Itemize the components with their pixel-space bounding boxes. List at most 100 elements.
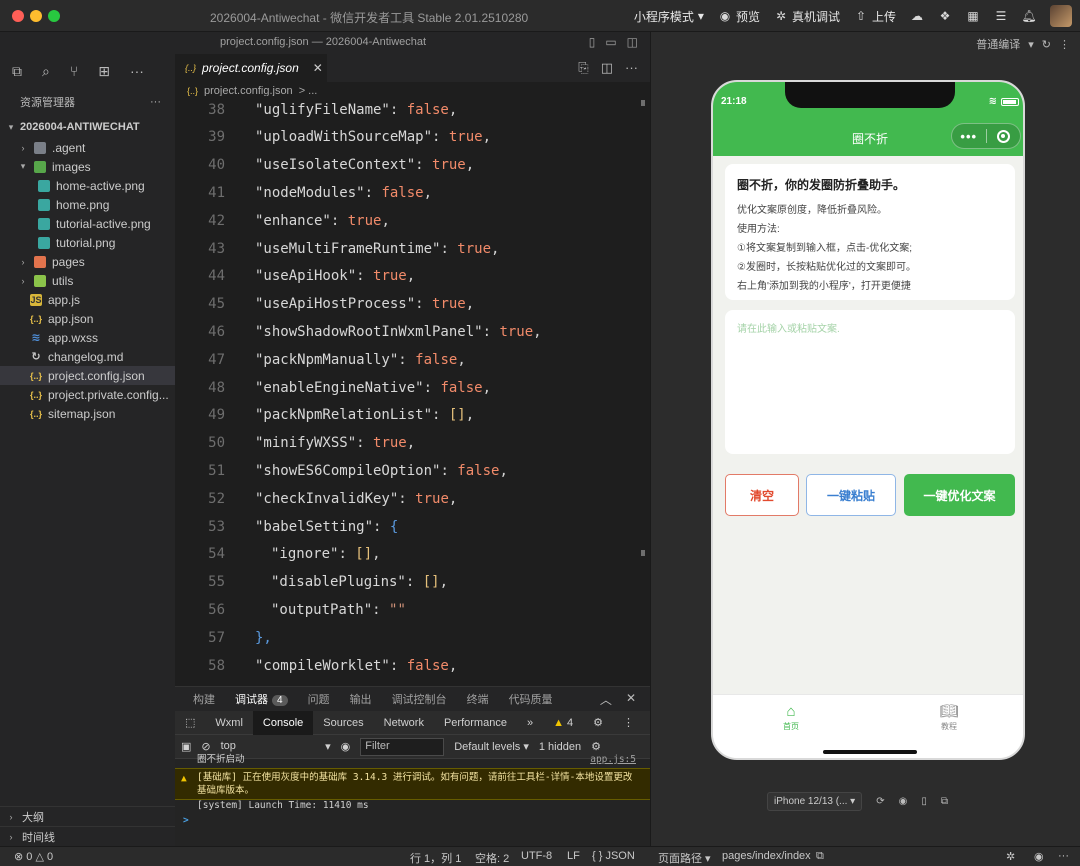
toggle-sidebar-icon[interactable]: ▯: [589, 35, 596, 49]
explorer-root[interactable]: ▾ 2026004-ANTIWECHAT: [0, 116, 175, 138]
layout-icon[interactable]: ▦: [966, 9, 980, 23]
popout-icon[interactable]: ⧉: [941, 796, 948, 807]
tab-tutorial[interactable]: 📖︎ 教程: [919, 703, 979, 732]
bug-icon[interactable]: ✲: [1006, 850, 1015, 863]
explorer-more-icon[interactable]: ···: [150, 96, 161, 108]
debug-tab[interactable]: 问题: [308, 691, 330, 707]
devtools-tab[interactable]: Sources: [313, 711, 373, 735]
clear-button[interactable]: 清空: [725, 474, 799, 516]
file-tree-item[interactable]: home-active.png: [0, 176, 175, 195]
code-editor[interactable]: 38 "uglifyFileName": false, 39 "uploadWithS…: [175, 96, 650, 678]
file-tree-item[interactable]: ↻ changelog.md: [0, 347, 175, 366]
clear-console-icon[interactable]: ⊘: [201, 740, 210, 753]
debug-tab[interactable]: 输出: [350, 691, 372, 707]
file-tree-item[interactable]: › pages: [0, 252, 175, 271]
tab-home[interactable]: ⌂ 首页: [761, 703, 821, 732]
file-tree-item[interactable]: {..} project.private.config...: [0, 385, 175, 404]
line-ending[interactable]: LF: [567, 850, 580, 862]
settings-icon[interactable]: ⚙: [583, 711, 613, 735]
sidebar-toggle-icon[interactable]: ▣: [181, 740, 191, 753]
devtools-tab[interactable]: Network: [374, 711, 434, 735]
warning-counter[interactable]: ▲ 4: [543, 711, 583, 735]
optimize-button[interactable]: 一键优化文案: [904, 474, 1015, 516]
more-dots-icon[interactable]: •••: [952, 129, 986, 144]
close-window-button[interactable]: [12, 10, 24, 22]
more-actions-icon[interactable]: ···: [625, 60, 638, 76]
debug-tab[interactable]: 终端: [467, 691, 489, 707]
debug-tab[interactable]: 构建: [193, 691, 215, 707]
zoom-window-button[interactable]: [48, 10, 60, 22]
file-tree-item[interactable]: › utils: [0, 271, 175, 290]
open-changes-icon[interactable]: ⎘: [578, 60, 588, 76]
eye-icon[interactable]: ◉: [341, 740, 351, 753]
encoding[interactable]: UTF-8: [521, 850, 552, 862]
chevron-up-icon[interactable]: ︿: [600, 691, 612, 708]
page-path-label[interactable]: 页面路径 ▾: [658, 850, 711, 866]
levels-dropdown[interactable]: Default levels ▾: [454, 740, 529, 753]
files-icon[interactable]: ⧉: [12, 63, 22, 80]
copy-textarea[interactable]: 请在此输入或粘贴文案.: [725, 310, 1015, 454]
layers-icon[interactable]: ❖: [938, 9, 952, 23]
upload-button[interactable]: ⇧ 上传: [854, 8, 896, 25]
record-icon[interactable]: ◉: [899, 796, 908, 807]
indent-setting[interactable]: 空格: 2: [475, 850, 509, 866]
file-tree-item[interactable]: tutorial.png: [0, 233, 175, 252]
file-tree-item[interactable]: {..} sitemap.json: [0, 404, 175, 423]
inspect-icon[interactable]: ⬚: [175, 711, 205, 735]
bell-icon[interactable]: 🔔︎: [1021, 9, 1036, 23]
timeline-section[interactable]: › 时间线: [0, 826, 175, 846]
minimize-window-button[interactable]: [30, 10, 42, 22]
refresh-icon[interactable]: ↻: [1042, 38, 1051, 51]
avatar[interactable]: [1050, 5, 1072, 27]
extensions-icon[interactable]: ⊞: [98, 63, 110, 80]
console-prompt[interactable]: >: [183, 815, 189, 826]
paste-button[interactable]: 一键粘贴: [806, 474, 896, 516]
copy-icon[interactable]: ⧉: [816, 850, 824, 863]
more-icon[interactable]: ···: [130, 63, 144, 79]
devtools-tab[interactable]: Wxml: [205, 711, 253, 735]
close-icon[interactable]: ✕: [313, 61, 323, 75]
settings-icon[interactable]: ⚙: [591, 740, 601, 753]
devtools-tab[interactable]: Performance: [434, 711, 517, 735]
source-control-icon[interactable]: ⑂: [70, 63, 78, 79]
context-select[interactable]: top ▾: [221, 740, 331, 753]
search-icon[interactable]: ⌕: [42, 63, 50, 80]
mode-dropdown[interactable]: 小程序模式 ▾: [634, 8, 704, 25]
file-tree-item[interactable]: tutorial-active.png: [0, 214, 175, 233]
file-tree-item[interactable]: {..} project.config.json: [0, 366, 175, 385]
language-mode[interactable]: { } JSON: [592, 850, 635, 862]
split-editor-icon[interactable]: ◫: [601, 60, 613, 76]
debug-tab[interactable]: 调试控制台: [392, 691, 447, 707]
outline-section[interactable]: › 大纲: [0, 806, 175, 826]
eye-icon[interactable]: ◉: [1034, 850, 1044, 863]
debug-tab[interactable]: 调试器 4: [235, 691, 288, 707]
debug-tab[interactable]: 代码质量: [509, 691, 553, 707]
more-tabs-button[interactable]: »: [517, 711, 543, 735]
file-tree-item[interactable]: {..} app.json: [0, 309, 175, 328]
file-tree-item[interactable]: home.png: [0, 195, 175, 214]
toggle-split-icon[interactable]: ◫: [627, 35, 638, 49]
editor-scrollbar[interactable]: [641, 100, 646, 670]
file-tree-item[interactable]: › .agent: [0, 138, 175, 157]
file-tree-item[interactable]: JS app.js: [0, 290, 175, 309]
compile-mode-select[interactable]: 普通编译: [976, 36, 1020, 52]
more-icon[interactable]: ···: [1058, 850, 1069, 862]
preview-button[interactable]: ◉ 预览: [718, 8, 760, 25]
devtools-tab[interactable]: Console: [252, 710, 314, 735]
device-select[interactable]: iPhone 12/13 (... ▾: [767, 792, 863, 811]
menu-icon[interactable]: ☰: [994, 9, 1008, 23]
close-miniprogram-icon[interactable]: [986, 129, 1020, 143]
file-tree-item[interactable]: ▾ images: [0, 157, 175, 176]
cursor-position[interactable]: 行 1，列 1: [410, 850, 461, 866]
real-debug-button[interactable]: ✲ 真机调试: [774, 8, 840, 25]
source-link[interactable]: app.js:5: [590, 753, 636, 766]
more-icon[interactable]: ⋮: [1059, 38, 1070, 51]
phone-icon[interactable]: ▯: [921, 796, 927, 807]
close-icon[interactable]: ✕: [626, 691, 636, 708]
problems-indicator[interactable]: ⊗ 0 △ 0: [14, 850, 53, 863]
file-tree-item[interactable]: ≋ app.wxss: [0, 328, 175, 347]
rotate-icon[interactable]: ⟳: [876, 796, 884, 807]
more-icon[interactable]: ⋮: [613, 711, 644, 735]
toggle-panel-icon[interactable]: ▭: [605, 35, 616, 49]
tab-project-config[interactable]: {..} project.config.json ✕: [175, 54, 327, 82]
